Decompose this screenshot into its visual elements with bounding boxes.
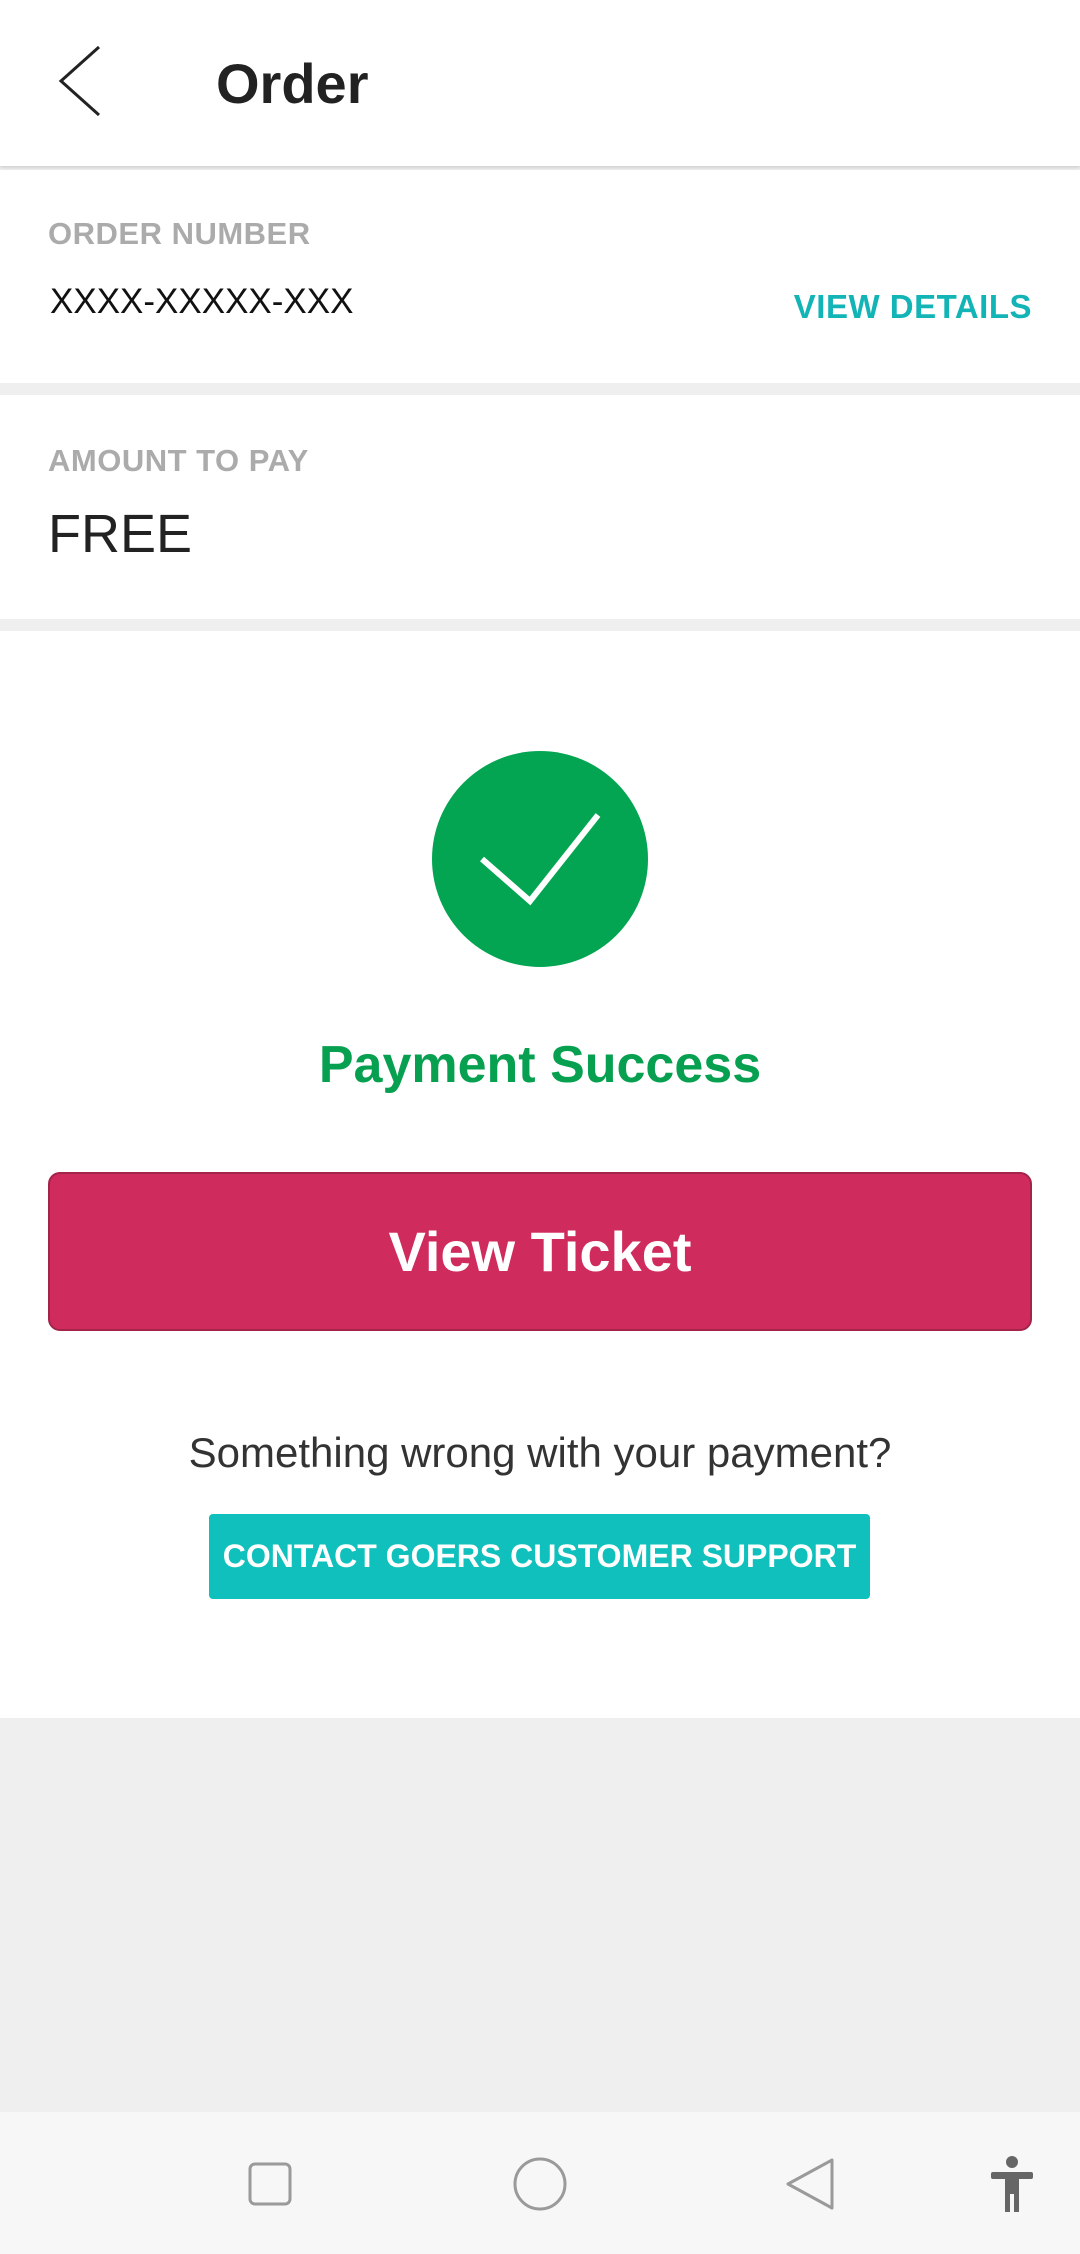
home-icon [513, 2157, 567, 2211]
back-icon [786, 2158, 834, 2210]
order-number-value: XXXX-XXXXX-XXX [50, 282, 354, 321]
amount-card: AMOUNT TO PAY FREE [0, 395, 1080, 619]
home-button[interactable] [504, 2148, 576, 2220]
view-ticket-button[interactable]: View Ticket [48, 1172, 1032, 1331]
recent-apps-button[interactable] [234, 2148, 306, 2220]
page-title: Order [216, 52, 369, 115]
amount-value: FREE [48, 504, 193, 564]
accessibility-icon [991, 2156, 1033, 2212]
check-circle-icon [432, 751, 648, 967]
chevron-left-icon [58, 45, 101, 117]
amount-label: AMOUNT TO PAY [48, 443, 309, 478]
app-bar: Order [0, 0, 1080, 166]
back-nav-button[interactable] [774, 2148, 846, 2220]
recent-apps-icon [248, 2162, 292, 2206]
accessibility-button[interactable] [976, 2148, 1048, 2220]
payment-status-card: Payment Success View Ticket Something wr… [0, 631, 1080, 1718]
contact-support-button[interactable]: CONTACT GOERS CUSTOMER SUPPORT [209, 1514, 870, 1599]
payment-problem-question: Something wrong with your payment? [188, 1429, 892, 1476]
back-button[interactable] [40, 36, 120, 126]
order-number-label: ORDER NUMBER [48, 216, 311, 251]
order-number-card: ORDER NUMBER XXXX-XXXXX-XXX VIEW DETAILS [0, 170, 1080, 383]
system-nav-bar [0, 2112, 1080, 2254]
view-details-link[interactable]: VIEW DETAILS [794, 288, 1032, 326]
payment-success-message: Payment Success [318, 1036, 762, 1094]
